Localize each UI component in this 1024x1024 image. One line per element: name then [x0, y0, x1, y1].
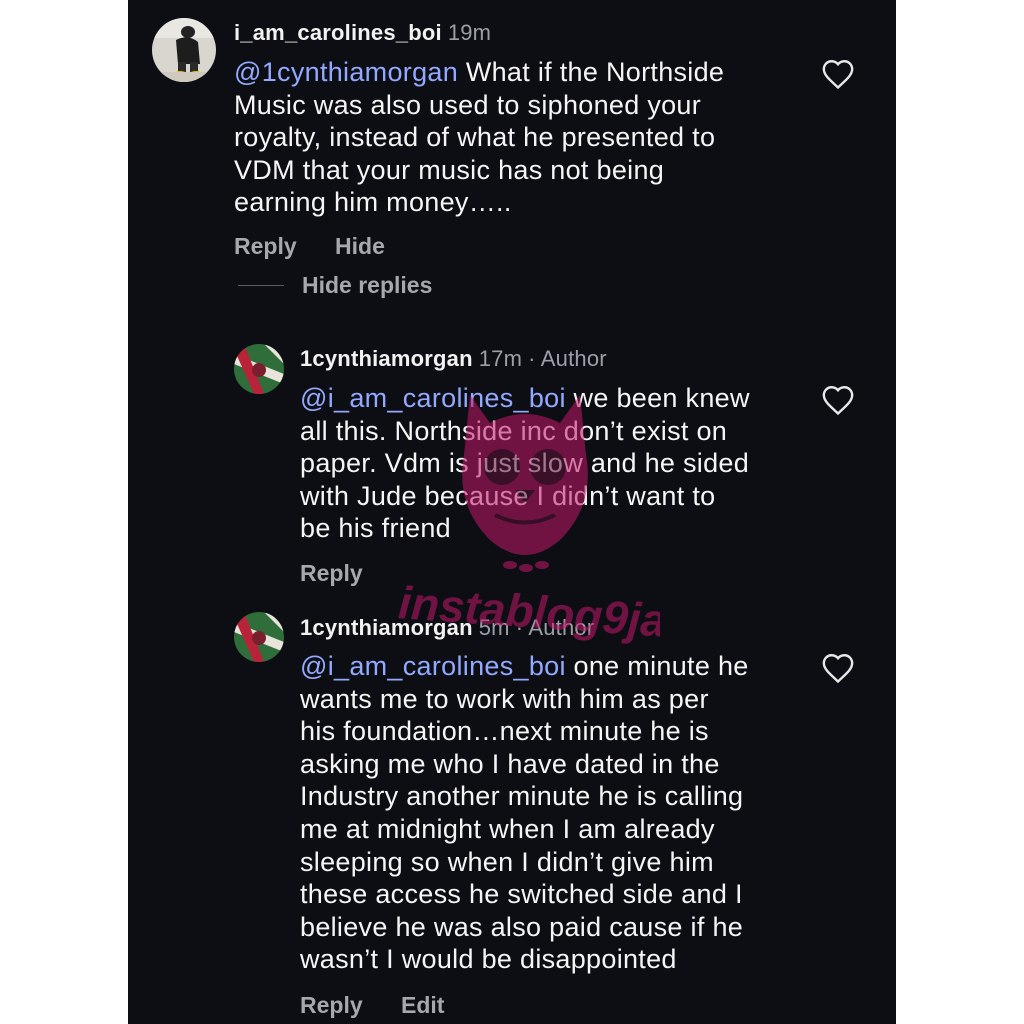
comment-actions: Reply Edit: [300, 992, 444, 1019]
heart-outline-icon[interactable]: [821, 58, 855, 95]
thread-divider: [238, 285, 284, 286]
edit-button[interactable]: Edit: [401, 992, 444, 1018]
mention-link[interactable]: @i_am_carolines_boi: [300, 383, 566, 413]
heart-outline-icon[interactable]: [821, 652, 855, 689]
avatar[interactable]: [152, 18, 216, 82]
avatar[interactable]: [234, 612, 284, 662]
comment-actions: Reply Hide: [234, 233, 385, 260]
comment-header: 1cynthiamorgan 5m · Author: [300, 615, 594, 641]
avatar[interactable]: [234, 344, 284, 394]
author-label: · Author: [515, 615, 595, 640]
timestamp: 19m: [447, 20, 492, 45]
hide-button[interactable]: Hide: [335, 233, 385, 259]
username[interactable]: i_am_carolines_boi: [234, 20, 442, 45]
comment-text: @i_am_carolines_boi one minute he wants …: [300, 651, 749, 975]
comment-text: @1cynthiamorgan What if the Northside Mu…: [234, 57, 725, 218]
timestamp: 5m: [478, 615, 510, 640]
mention-link[interactable]: @i_am_carolines_boi: [300, 651, 566, 681]
comment-text: @i_am_carolines_boi we been knew all thi…: [300, 383, 750, 544]
mention-link[interactable]: @1cynthiamorgan: [234, 57, 458, 87]
comment-header: 1cynthiamorgan 17m · Author: [300, 346, 607, 372]
heart-outline-icon[interactable]: [821, 384, 855, 421]
comments-panel: i_am_carolines_boi 19m @1cynthiamorgan Wh…: [128, 0, 896, 1024]
reply-button[interactable]: Reply: [300, 992, 363, 1018]
comment-actions: Reply: [300, 560, 363, 587]
timestamp: 17m: [478, 346, 523, 371]
username[interactable]: 1cynthiamorgan: [300, 615, 473, 640]
username[interactable]: 1cynthiamorgan: [300, 346, 473, 371]
comment-header: i_am_carolines_boi 19m: [234, 20, 491, 46]
reply-button[interactable]: Reply: [234, 233, 297, 259]
author-label: · Author: [528, 346, 607, 371]
hide-replies-button[interactable]: Hide replies: [302, 272, 432, 299]
reply-button[interactable]: Reply: [300, 560, 363, 586]
